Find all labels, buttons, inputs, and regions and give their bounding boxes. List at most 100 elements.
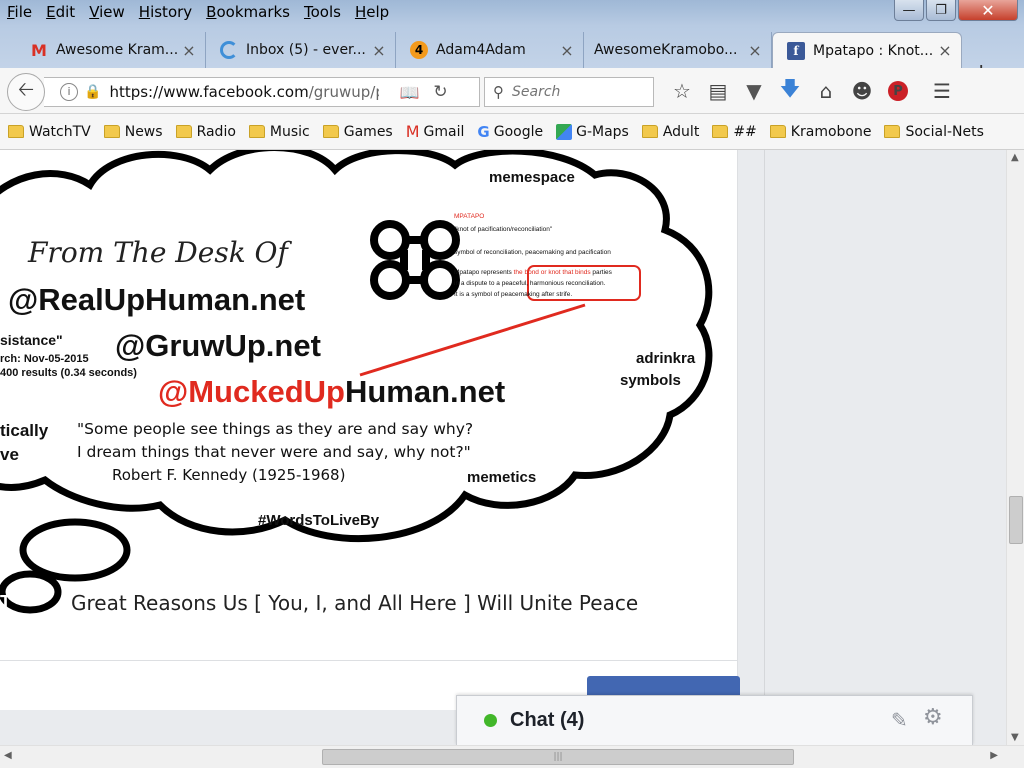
menu-bookmarks[interactable]: Bookmarks	[199, 3, 297, 21]
pocket-icon[interactable]: ▼	[736, 78, 772, 104]
url-bar[interactable]: i 🔒 https://www.facebook.com/gruwup/pos …	[44, 77, 480, 107]
hamburger-menu-icon[interactable]: ☰	[924, 78, 960, 104]
tab-title: AwesomeKramobo...	[594, 42, 738, 58]
menu-file[interactable]: File	[0, 3, 39, 21]
gmail-icon: M	[31, 40, 47, 60]
bookmark-star-icon[interactable]: ☆	[664, 78, 700, 104]
close-tab-icon[interactable]: ×	[937, 41, 953, 60]
maximize-button[interactable]: ❐	[926, 0, 956, 21]
left-fragment: ve	[0, 445, 19, 464]
info-icon[interactable]: i	[60, 83, 78, 101]
reader-view-icon[interactable]: 📖	[399, 83, 419, 102]
horizontal-scrollbar[interactable]: ◀ ||| ▶	[0, 745, 1024, 768]
folder-icon	[248, 125, 265, 138]
minimize-button[interactable]: —	[894, 0, 924, 21]
menu-history[interactable]: History	[132, 3, 199, 21]
vertical-scrollbar[interactable]: ▲ ▼	[1006, 150, 1024, 745]
tab-title: Mpatapo : Knot...	[813, 42, 934, 59]
bookmarks-bar: WatchTV News Radio Music Games M Gmail GG…	[0, 114, 1024, 150]
menu-tools[interactable]: Tools	[297, 3, 348, 21]
close-tab-icon[interactable]: ×	[181, 41, 197, 60]
navigation-bar: i 🔒 https://www.facebook.com/gruwup/pos …	[0, 68, 1024, 114]
back-arrow-icon: 🡠	[17, 77, 35, 101]
tab-title: Awesome Kram...	[56, 42, 179, 58]
bookmark-gmail[interactable]: M Gmail	[406, 122, 465, 141]
site-red-part: @MuckedUp	[158, 374, 345, 409]
scroll-left-icon[interactable]: ◀	[4, 750, 12, 761]
search-icon: ⚲	[493, 83, 504, 101]
close-window-button[interactable]: ✕	[958, 0, 1018, 21]
bookmark-adult[interactable]: Adult	[641, 124, 699, 140]
downloads-icon[interactable]: 🡇	[772, 76, 808, 104]
bookmark-social-nets[interactable]: Social-Nets	[884, 123, 984, 140]
bookmark-label: Games	[343, 123, 393, 140]
bookmark-label: Music	[269, 123, 310, 140]
mpatapo-desc: Mpatapo represents the bond or knot that…	[454, 269, 613, 276]
left-fragment: sistance"	[0, 332, 63, 348]
bookmark-games[interactable]: Games	[322, 123, 393, 140]
facebook-icon: f	[787, 41, 805, 60]
label-symbols: symbols	[620, 372, 681, 389]
site-gruwup: @GruwUp.net	[115, 328, 321, 363]
bookmarks-list-icon[interactable]: ▤	[700, 78, 736, 104]
site-muckeduphuman: @MuckedUpHuman.net	[158, 374, 505, 409]
close-tab-icon[interactable]: ×	[559, 41, 575, 60]
url-text[interactable]: https://www.facebook.com/gruwup/pos	[109, 83, 379, 101]
post-image[interactable]: From The Desk Of @RealUpHuman.net @GruwU…	[0, 150, 738, 630]
scroll-down-icon[interactable]: ▼	[1011, 732, 1019, 743]
bookmark-music[interactable]: Music	[248, 123, 310, 140]
bookmark-hash[interactable]: ##	[712, 124, 757, 140]
inbox-loading-icon	[220, 41, 238, 59]
tab-mpatapo[interactable]: f Mpatapo : Knot... ×	[772, 32, 962, 68]
bookmark-google[interactable]: G Google	[477, 123, 543, 141]
page-content: From The Desk Of @RealUpHuman.net @GruwU…	[0, 150, 1006, 745]
vertical-scroll-thumb[interactable]	[1009, 496, 1023, 544]
horizontal-scroll-thumb[interactable]: |||	[322, 749, 794, 765]
chat-tab[interactable]: Chat (4) ✎ ⚙	[456, 695, 973, 745]
left-fragment: 400 results (0.34 seconds)	[0, 367, 137, 379]
search-input[interactable]	[512, 84, 632, 100]
scroll-right-icon[interactable]: ▶	[990, 750, 998, 761]
mpatapo-sub: "knot of pacification/reconciliation"	[454, 226, 553, 233]
folder-icon	[712, 125, 729, 138]
compose-icon[interactable]: ✎	[891, 708, 908, 732]
tab-gmail[interactable]: M Awesome Kram... ×	[16, 32, 206, 68]
bookmark-watchtv[interactable]: WatchTV	[8, 124, 91, 140]
home-icon[interactable]: ⌂	[808, 78, 844, 104]
tab-inbox[interactable]: Inbox (5) - ever... ×	[206, 32, 396, 68]
close-tab-icon[interactable]: ×	[371, 41, 387, 60]
tab-strip: M Awesome Kram... × Inbox (5) - ever... …	[0, 26, 1024, 85]
reload-icon[interactable]: ↻	[433, 82, 447, 102]
lock-icon[interactable]: 🔒	[84, 84, 101, 100]
bookmark-label: WatchTV	[29, 123, 91, 140]
tab-adam4adam[interactable]: 4 Adam4Adam ×	[396, 32, 584, 68]
scroll-up-icon[interactable]: ▲	[1011, 152, 1019, 163]
menu-help[interactable]: Help	[348, 3, 396, 21]
search-bar[interactable]: ⚲	[484, 77, 654, 107]
back-button[interactable]: 🡠	[7, 73, 45, 111]
menu-edit[interactable]: Edit	[39, 3, 82, 21]
folder-icon	[322, 125, 339, 138]
emoji-icon[interactable]: ☻	[844, 78, 880, 104]
bookmark-radio[interactable]: Radio	[175, 124, 236, 140]
mpatapo-title: MPATAPO	[454, 213, 484, 220]
mpatapo-desc: symbol of reconciliation, peacemaking an…	[454, 249, 611, 256]
close-tab-icon[interactable]: ×	[747, 41, 763, 60]
tab-awesomekramobone[interactable]: AwesomeKramobo... ×	[584, 32, 772, 68]
mpatapo-desc-a: Mpatapo represents	[454, 269, 514, 276]
mpatapo-desc: in a dispute to a peaceful, harmonious r…	[454, 280, 606, 287]
bookmark-label: G-Maps	[576, 123, 629, 140]
bookmark-kramobone[interactable]: Kramobone	[769, 124, 871, 140]
bookmark-label: Social-Nets	[905, 123, 984, 140]
url-path: /gruwup/pos	[308, 83, 380, 101]
menu-view[interactable]: View	[82, 3, 132, 21]
gear-icon[interactable]: ⚙	[923, 705, 943, 730]
bookmark-news[interactable]: News	[103, 124, 163, 140]
mpatapo-desc: It is a symbol of peacemaking after stri…	[454, 291, 572, 298]
bookmark-gmaps[interactable]: G-Maps	[556, 123, 629, 140]
four-icon: 4	[410, 41, 428, 59]
quote-line: I dream things that never were and say, …	[77, 443, 471, 461]
label-memespace: memespace	[489, 169, 575, 186]
folder-icon	[769, 125, 786, 138]
pinterest-icon[interactable]: P	[880, 78, 916, 104]
